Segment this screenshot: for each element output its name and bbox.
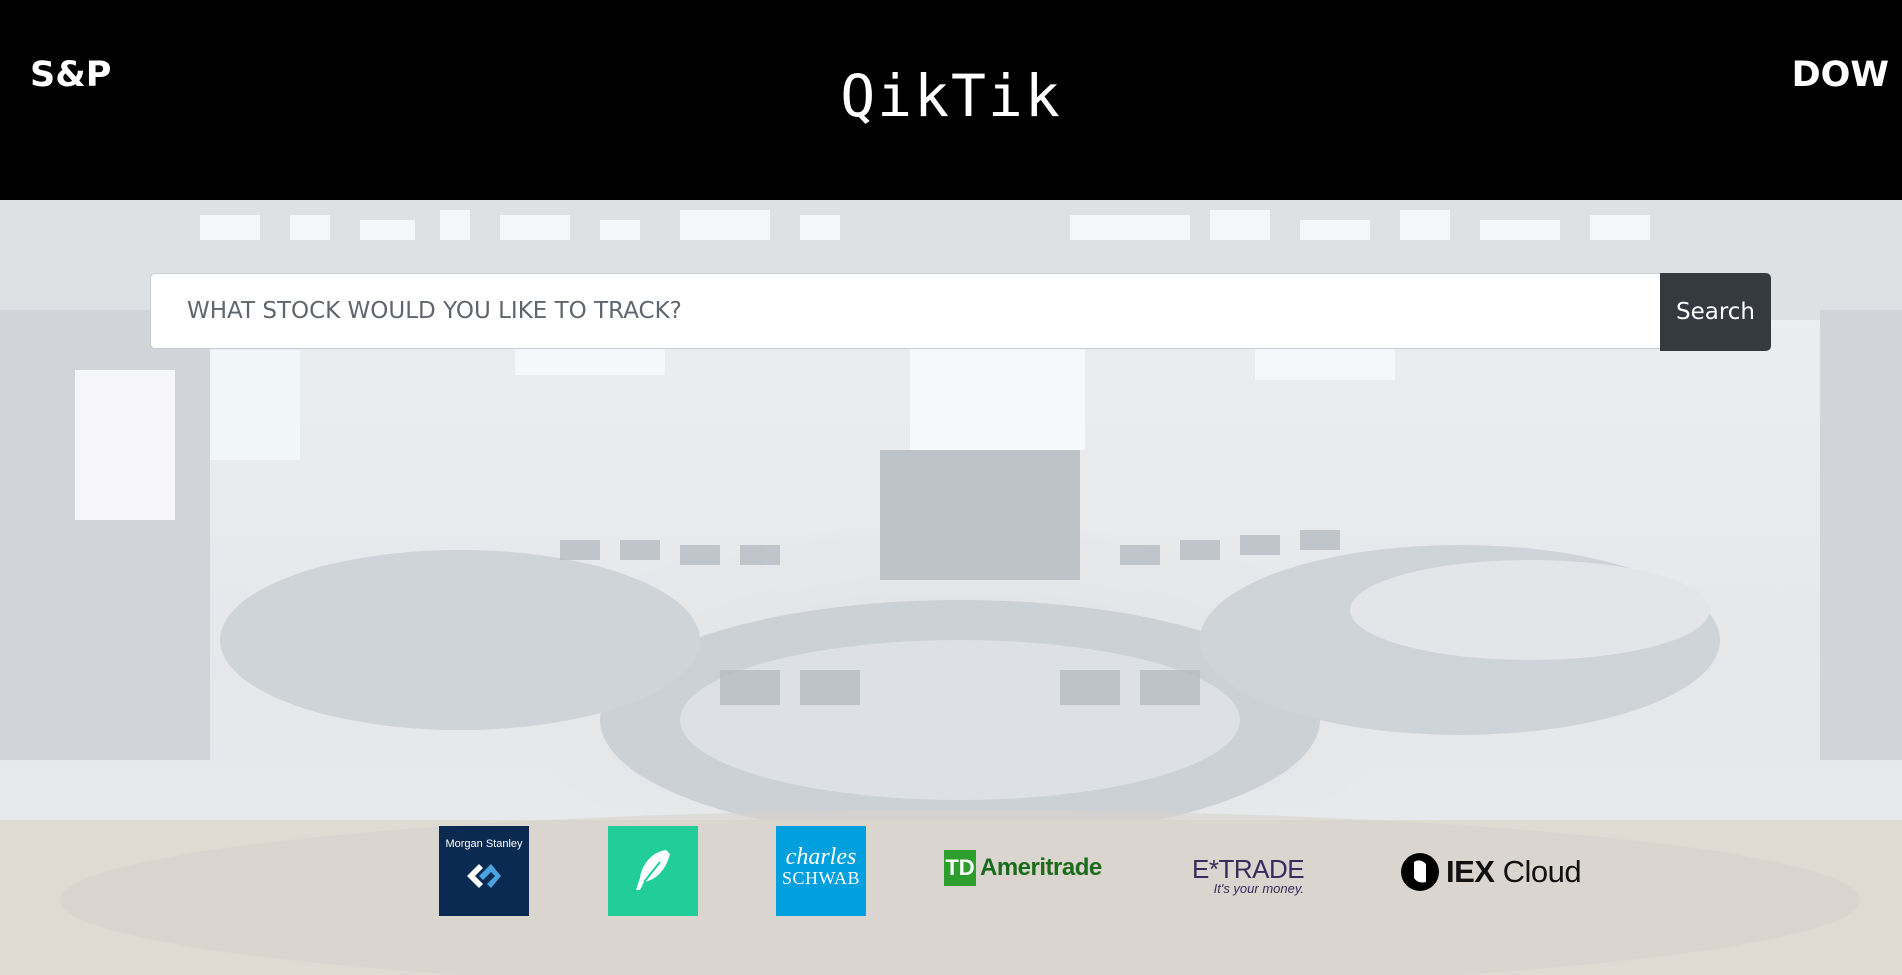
robinhood-logo[interactable] <box>608 826 698 916</box>
iex-cloud-icon <box>1401 853 1439 891</box>
td-mark: TD <box>944 850 976 886</box>
iex-cloud-logo[interactable]: IEX Cloud <box>1400 850 1582 894</box>
stock-search-bar: Search <box>150 273 1771 351</box>
etrade-name: E*TRADE <box>1192 854 1305 884</box>
dow-index-link[interactable]: DOW <box>1792 55 1889 95</box>
brand-logo[interactable]: QikTik <box>0 62 1902 130</box>
td-ameritrade-logo[interactable]: TD Ameritrade <box>944 850 1102 886</box>
etrade-tagline: It's your money. <box>1213 881 1304 896</box>
etrade-logo[interactable]: E*TRADE It's your money. <box>1192 854 1305 906</box>
schwab-line2: SCHWAB <box>781 868 860 888</box>
hero-section: Search Morgan Stanley charles SCHWAB TD … <box>0 200 1902 975</box>
search-button[interactable]: Search <box>1660 273 1771 351</box>
iex-cloud-name: IEX Cloud <box>1446 854 1582 889</box>
stock-search-input[interactable] <box>150 273 1660 349</box>
charles-schwab-logo[interactable]: charles SCHWAB <box>776 826 866 916</box>
top-navbar: S&P QikTik DOW <box>0 0 1902 200</box>
td-name: Ameritrade <box>980 854 1102 881</box>
morgan-stanley-name: Morgan Stanley <box>445 838 523 850</box>
morgan-stanley-mark-icon <box>467 864 501 888</box>
morgan-stanley-logo[interactable]: Morgan Stanley <box>439 826 529 916</box>
feather-icon <box>636 850 670 890</box>
schwab-line1: charles <box>785 844 857 870</box>
